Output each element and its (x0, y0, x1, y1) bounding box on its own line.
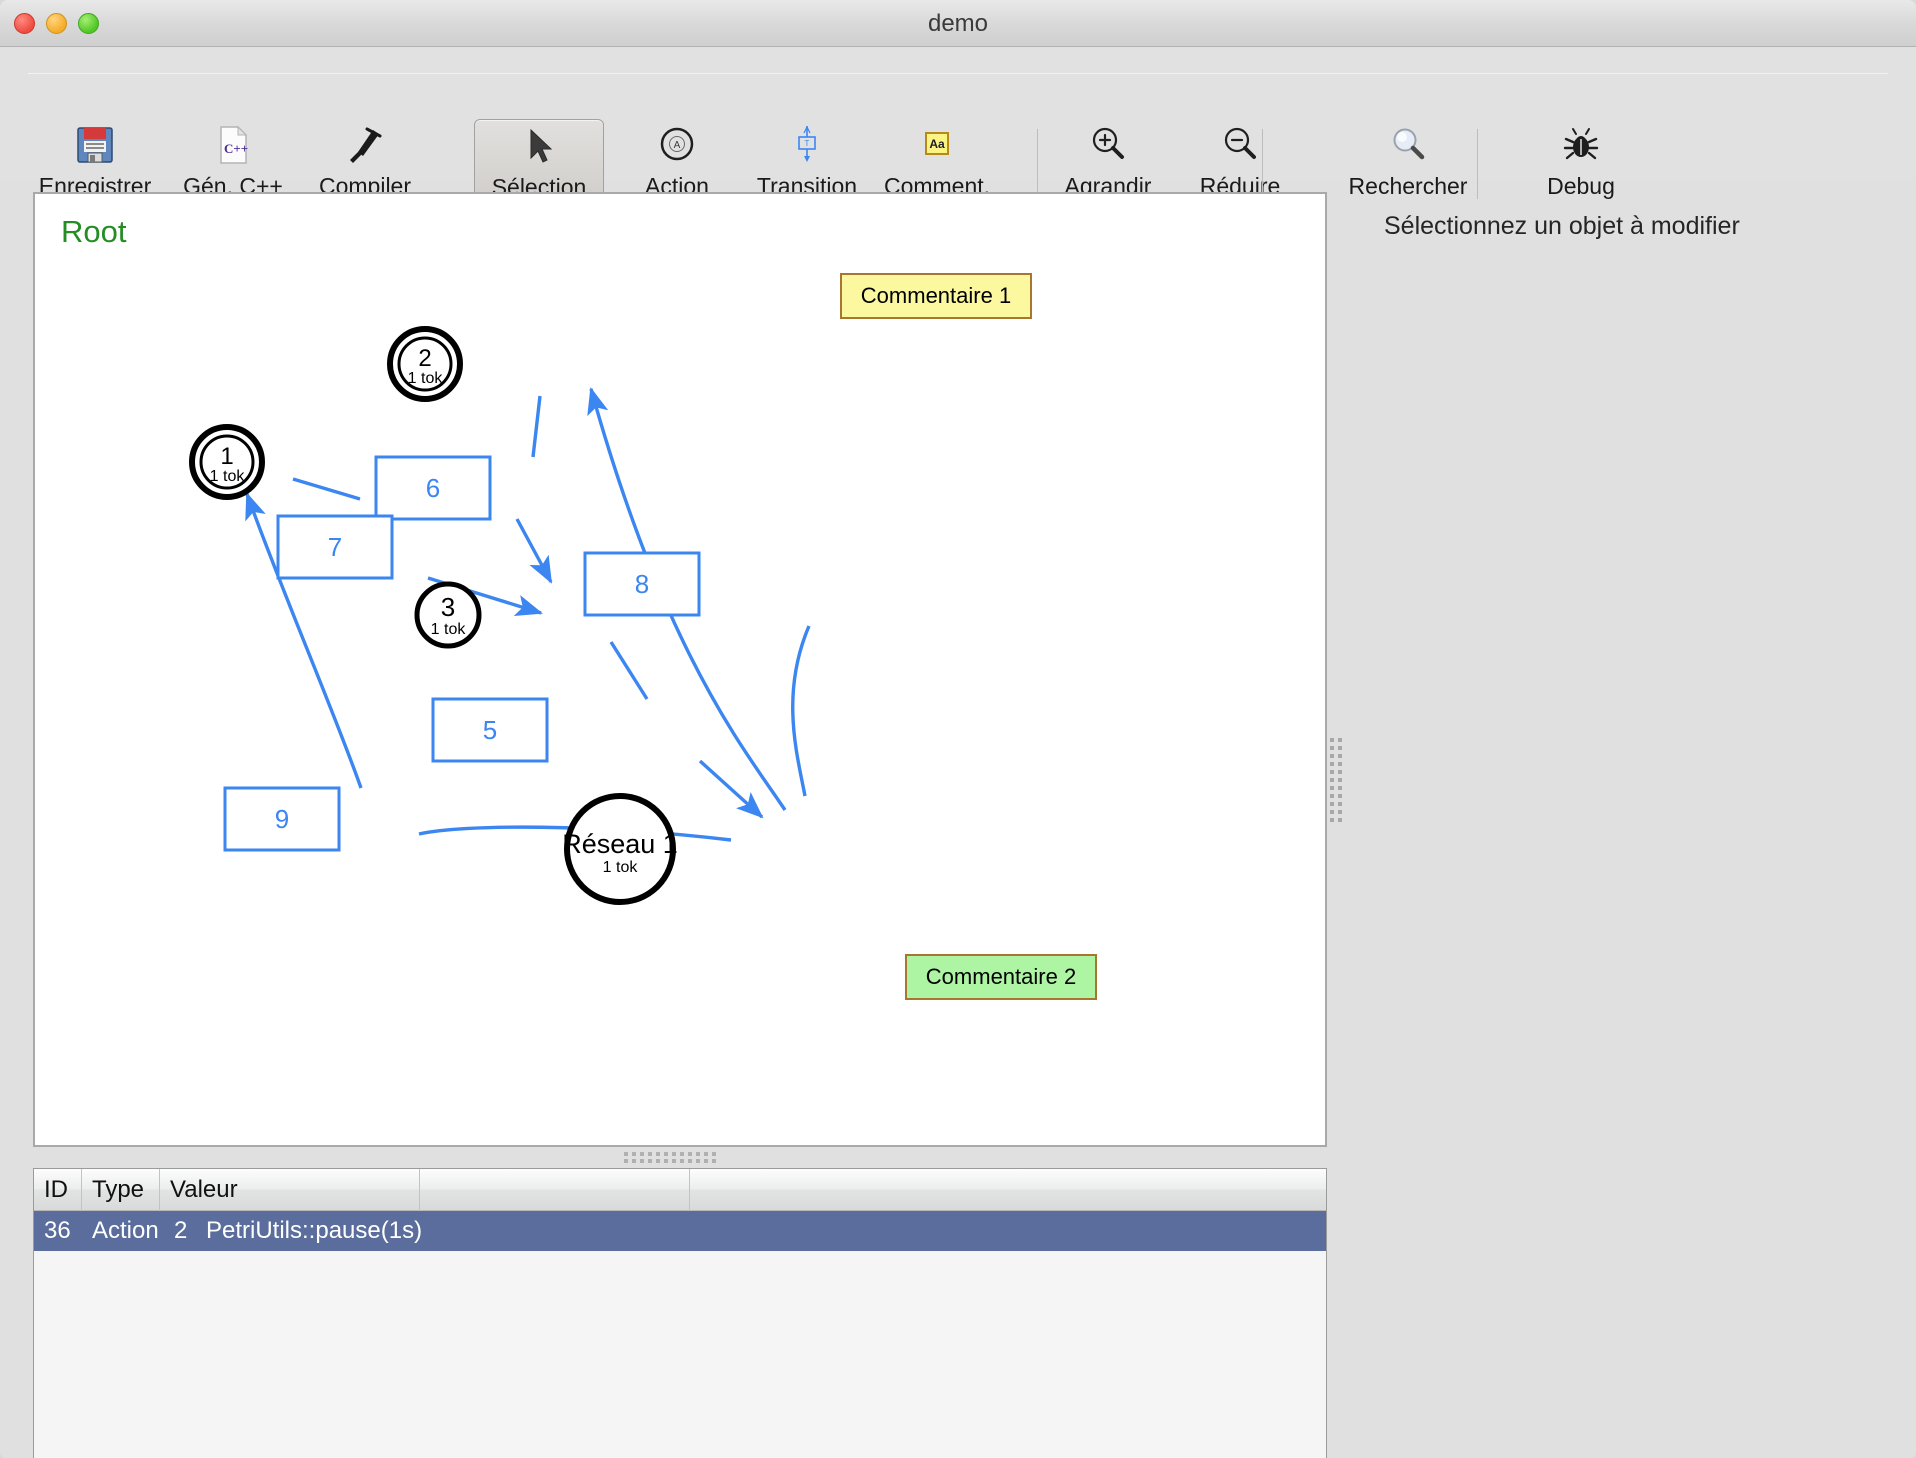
floppy-disk-icon (30, 119, 160, 171)
table-row[interactable]: 36 Action 2 PetriUtils::pause(1s) (34, 1211, 1326, 1251)
horizontal-splitter-handle[interactable] (624, 1152, 720, 1164)
place-node-reseau-1[interactable]: Réseau 1 1 tok (562, 793, 678, 905)
place-label: Réseau 1 (562, 829, 678, 859)
app-window: demo Enregistrer C++ Gén. C++ Compiler S… (0, 0, 1916, 1458)
arc-p1-t7 (292, 477, 361, 501)
window-title: demo (927, 10, 989, 37)
table-cell-id: 36 (44, 1217, 71, 1244)
arc-t5-reseau (698, 759, 764, 819)
place-node-2[interactable]: 2 1 tok (387, 326, 463, 402)
transition-node-6[interactable]: 6 (374, 455, 492, 521)
table-cell-num: 2 (174, 1217, 188, 1244)
transition-node-9[interactable]: 9 (223, 786, 341, 852)
toolbar-separator (1262, 129, 1263, 199)
place-tokens: 1 tok (431, 621, 467, 638)
cursor-arrow-icon (475, 120, 603, 172)
properties-table[interactable]: ID Type Valeur 36 Action 2 PetriUtils::p… (33, 1168, 1327, 1458)
hammer-icon (300, 119, 430, 171)
transition-label: 5 (483, 715, 497, 745)
table-column-type[interactable]: Type (82, 1169, 160, 1211)
transition-node-5[interactable]: 5 (431, 697, 549, 763)
magnifier-icon (1343, 119, 1473, 171)
zoom-out-icon (1175, 119, 1305, 171)
toolbar: Enregistrer C++ Gén. C++ Compiler Sélect… (0, 47, 1916, 213)
text-note-icon: Aa (872, 119, 1002, 171)
transition-label: 9 (275, 804, 289, 834)
action-circle-icon: A (612, 119, 742, 171)
properties-panel: Sélectionnez un objet à modifier (1352, 192, 1892, 1147)
place-node-1[interactable]: 1 1 tok (189, 424, 265, 500)
petri-net-graph: 6 7 8 5 9 2 1 tok 1 1 tok 3 1 tok Réseau… (189, 326, 811, 905)
arc-p3-t5 (609, 641, 649, 700)
properties-empty-message: Sélectionnez un objet à modifier (1384, 212, 1740, 240)
bug-icon (1516, 119, 1646, 171)
place-label: 1 (220, 443, 233, 470)
table-column-valeur[interactable]: Valeur (160, 1169, 420, 1211)
table-column-extra[interactable] (420, 1169, 690, 1211)
place-node-3[interactable]: 3 1 tok (414, 581, 482, 649)
table-column-id[interactable]: ID (34, 1169, 82, 1211)
svg-text:T: T (805, 139, 810, 148)
place-tokens: 1 tok (210, 468, 246, 485)
comment-label: Commentaire 2 (925, 964, 1077, 989)
comment-box-2[interactable]: Commentaire 2 (905, 954, 1097, 1000)
comment-box-1[interactable]: Commentaire 1 (840, 273, 1032, 319)
arc-t6-p3 (515, 518, 553, 584)
vertical-splitter-handle[interactable] (1330, 738, 1344, 828)
svg-text:Aa: Aa (929, 137, 945, 151)
toolbar-separator (1037, 129, 1038, 199)
svg-text:A: A (674, 140, 681, 151)
place-label: 2 (418, 345, 431, 372)
place-label: 3 (441, 592, 455, 622)
transition-label: 8 (635, 569, 649, 599)
toolbar-divider (28, 73, 1888, 74)
comment-label: Commentaire 1 (860, 283, 1012, 308)
svg-text:C++: C++ (224, 141, 248, 156)
place-tokens: 1 tok (408, 370, 444, 387)
table-cell-valeur: PetriUtils::pause(1s) (206, 1217, 423, 1244)
arc-p2-t6 (531, 395, 542, 458)
transition-node-8[interactable]: 8 (583, 551, 701, 617)
transition-node-7[interactable]: 7 (276, 514, 394, 580)
table-cell-type: Action (92, 1217, 159, 1244)
zoom-in-icon (1043, 119, 1173, 171)
arc-reseau-t8 (791, 625, 811, 797)
transition-label: 6 (426, 473, 440, 503)
transition-icon: T (742, 119, 872, 171)
table-header-row: ID Type Valeur (34, 1169, 1326, 1211)
place-tokens: 1 tok (603, 859, 639, 876)
title-bar: demo (0, 0, 1916, 47)
toolbar-separator (1477, 129, 1478, 199)
cpp-file-icon: C++ (168, 119, 298, 171)
petri-net-canvas[interactable]: Root 6 7 8 5 9 2 1 tok 1 1 tok 3 1 tok R… (33, 192, 1327, 1147)
transition-label: 7 (328, 532, 342, 562)
